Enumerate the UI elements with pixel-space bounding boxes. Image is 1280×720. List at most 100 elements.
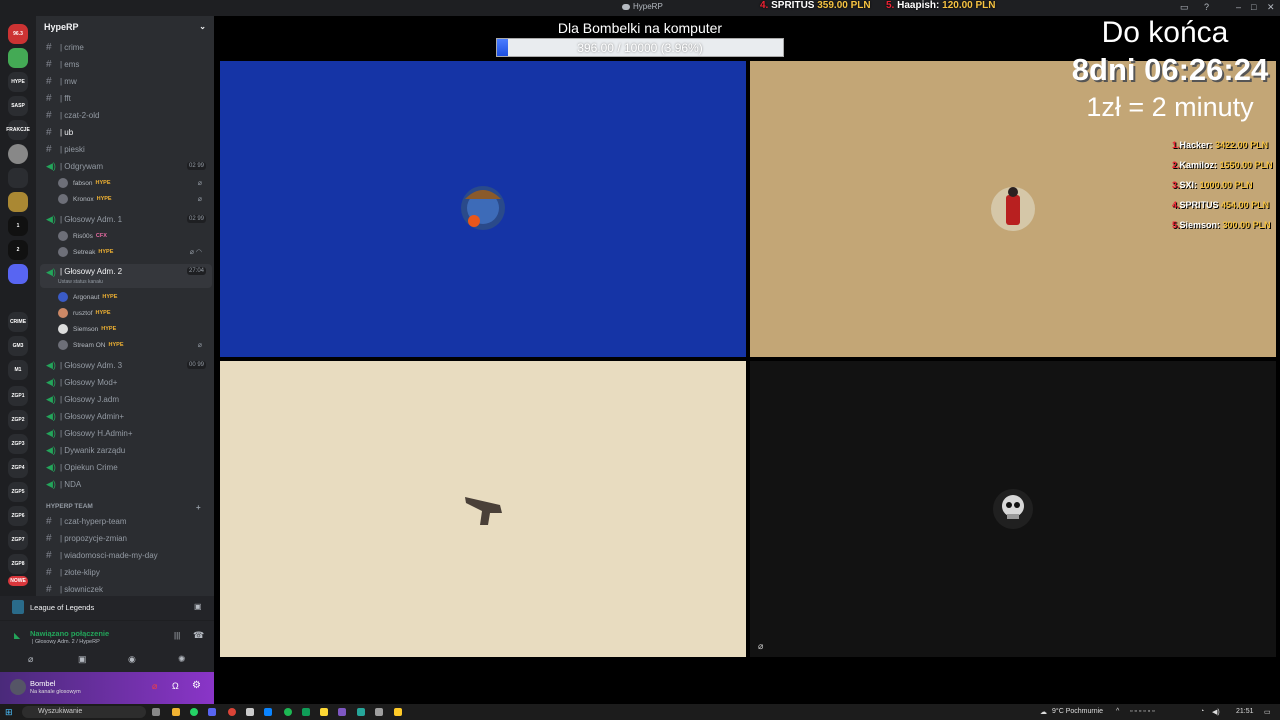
channel-wiadomosci[interactable]: # | wiadomosci-made-my-day [40,547,212,563]
clock[interactable]: 21:51 [1236,708,1254,715]
disconnect-icon[interactable]: ☎ [193,630,204,641]
channel-ub[interactable]: # | ub [40,124,212,140]
mic-muted-icon[interactable]: ⌀ [152,681,157,692]
video-tile-dark[interactable]: ⌀ [750,361,1276,657]
app-icon[interactable] [394,708,402,716]
screen-share-icon[interactable]: ▣ [194,602,202,611]
channel-propozycje[interactable]: # | propozycje-zmian [40,530,212,546]
video-tile-blue[interactable] [220,61,746,357]
avatar[interactable] [10,679,26,695]
close-icon[interactable]: ✕ [1267,2,1275,13]
server-icon[interactable]: ZGP8 [8,554,28,574]
weather-text[interactable]: 9°C Pochmurnie [1052,708,1103,715]
channel-pieski[interactable]: # | pieski [40,141,212,157]
voice-user[interactable]: Setreak HYPE ⌀ ◠ [58,245,208,259]
minimize-icon[interactable]: – [1236,2,1241,12]
windows-start-icon[interactable]: ⊞ [5,707,13,718]
voice-user[interactable]: Argonaut HYPE [58,290,208,304]
obs-icon[interactable] [357,708,365,716]
soundboard-icon[interactable]: ✺ [178,654,186,665]
voice-channel-jadm[interactable]: ◀) | Głosowy J.adm [40,391,212,407]
voice-user[interactable]: Ris00s CFX [58,229,208,243]
volume-icon[interactable]: ◀) [1212,708,1220,716]
server-icon[interactable]: ZGP5 [8,482,28,502]
server-icon[interactable]: 96.3 [8,24,28,44]
server-icon[interactable]: FRAKCJE [6,120,30,140]
server-icon[interactable]: M1 [8,360,28,380]
spotify-icon[interactable] [284,708,292,716]
channel-mw[interactable]: # | mw [40,73,212,89]
activities-icon[interactable]: ◉ [128,654,136,665]
channel-ems[interactable]: # | ems [40,56,212,72]
server-icon[interactable]: GM3 [8,336,28,356]
video-tile-cream[interactable] [220,361,746,657]
chevron-down-icon[interactable]: ⌄ [199,22,206,31]
voice-user[interactable]: Kronox HYPE ⌀ [58,192,208,206]
server-icon[interactable]: ZGP1 [8,386,28,406]
taskbar-search[interactable]: Wyszukiwanie [22,706,146,718]
server-icon[interactable]: HYPE [8,72,28,92]
server-icon[interactable]: ZGP7 [8,530,28,550]
channel-czat-2-old[interactable]: # | czat-2-old [40,107,212,123]
category-hyperp-team[interactable]: HYPERP TEAM + [46,503,201,512]
voice-channel-adm1[interactable]: ◀) | Głosowy Adm. 1 02 99 [40,211,212,227]
chrome-icon[interactable] [228,708,236,716]
server-icon[interactable]: ZGP2 [8,410,28,430]
server-icon[interactable] [8,144,28,164]
server-icon[interactable] [8,168,28,188]
channel-czat-hyperp-team[interactable]: # | czat-hyperp-team [40,513,212,529]
inbox-icon[interactable]: ▭ [1180,2,1189,13]
notifications-icon[interactable]: ▭ [1264,708,1271,716]
channel-zlote-klipy[interactable]: # | złote-klipy [40,564,212,580]
noise-suppression-icon[interactable]: ||| [174,631,180,640]
server-icon[interactable]: SASP [8,96,28,116]
voice-channel-hadmin[interactable]: ◀) | Głosowy H.Admin+ [40,425,212,441]
server-icon[interactable]: 2 [8,240,28,260]
settings-icon[interactable]: ⚙ [192,680,201,691]
voice-channel-odgrywam[interactable]: ◀) | Odgrywam 02 99 [40,158,212,174]
add-channel-icon[interactable]: + [196,503,201,512]
voice-user[interactable]: rusztof HYPE [58,306,208,320]
channel-fft[interactable]: # | fft [40,90,212,106]
app-icon[interactable] [246,708,254,716]
server-icon[interactable]: ZGP6 [8,506,28,526]
server-icon[interactable]: 1 [8,216,28,236]
tray-chevron-icon[interactable]: ^ [1116,708,1119,715]
voice-channel-adm3[interactable]: ◀) | Głosowy Adm. 3 00 99 [40,357,212,373]
headphones-icon[interactable]: Ω [172,681,179,691]
voice-channel-opiekun[interactable]: ◀) | Opiekun Crime [40,459,212,475]
camera-off-icon[interactable]: ⌀ [28,654,33,665]
activity-panel[interactable]: League of Legends ▣ [0,596,214,620]
server-icon[interactable] [8,48,28,68]
server-icon[interactable]: ZGP3 [8,434,28,454]
file-explorer-icon[interactable] [172,708,180,716]
task-view-icon[interactable] [152,708,160,716]
voice-channel-nda[interactable]: ◀) | NDA [40,476,212,492]
channel-status-hint[interactable]: Ustaw status kanału [58,279,103,285]
voice-user[interactable]: Stream ON HYPE ⌀ [58,338,208,352]
tray-icon[interactable]: ▫ ▫ ▫ ▫ ▫ ▫ [1130,708,1155,715]
app-icon[interactable] [320,708,328,716]
help-icon[interactable]: ? [1204,2,1209,12]
server-header[interactable]: HypeRP ⌄ [36,16,214,40]
maximize-icon[interactable]: □ [1251,2,1256,12]
voice-channel-admin[interactable]: ◀) | Głosowy Admin+ [40,408,212,424]
channel-crime[interactable]: # | crime [40,39,212,55]
voice-user[interactable]: Siemson HYPE [58,322,208,336]
server-icon[interactable]: CRIME [8,312,28,332]
voice-channel-mod[interactable]: ◀) | Głosowy Mod+ [40,374,212,390]
share-screen-icon[interactable]: ▣ [78,654,87,665]
app-icon[interactable] [264,708,272,716]
whatsapp-icon[interactable] [190,708,198,716]
server-icon[interactable] [8,264,28,284]
signal-icon[interactable]: ◣ [14,631,20,640]
voice-user[interactable]: fabson HYPE ⌀ [58,176,208,190]
app-icon[interactable] [302,708,310,716]
wifi-icon[interactable]: ◔ [1200,708,1204,715]
voice-channel-dywanik[interactable]: ◀) | Dywanik zarządu [40,442,212,458]
channel-slowniczek[interactable]: # | słowniczek [40,581,212,597]
server-icon[interactable]: ZGP4 [8,458,28,478]
weather-icon[interactable]: ☁ [1040,708,1047,716]
server-icon[interactable] [8,192,28,212]
app-icon[interactable] [375,708,383,716]
